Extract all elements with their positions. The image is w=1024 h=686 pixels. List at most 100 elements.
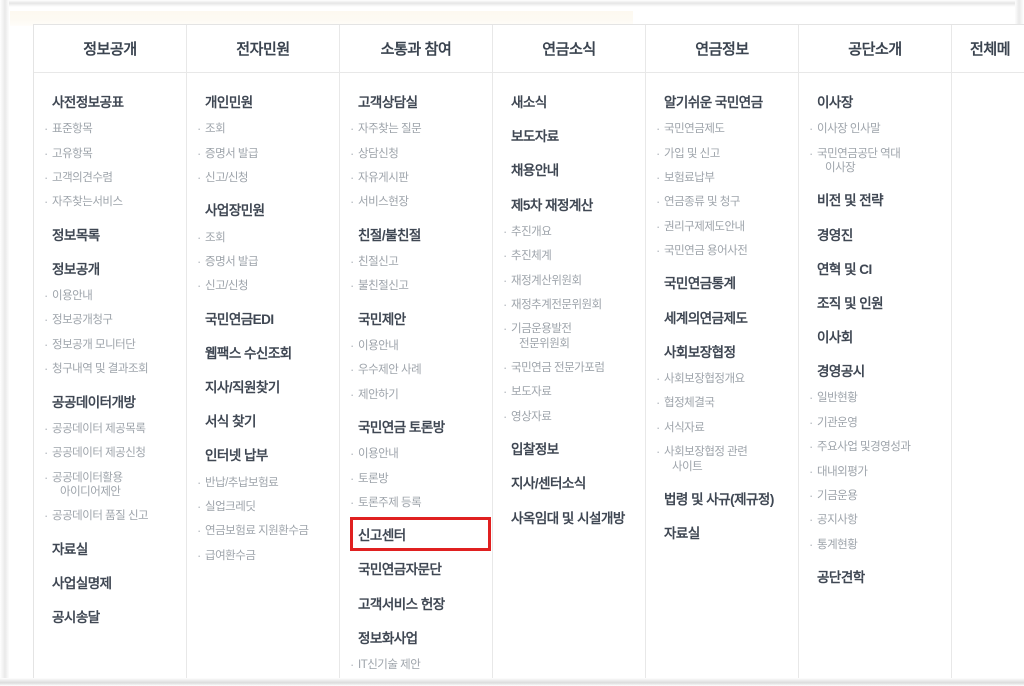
- menu-sub-item[interactable]: 증명서 발급: [187, 146, 339, 163]
- menu-group-title[interactable]: 인터넷 납부: [187, 448, 339, 464]
- menu-sub-item[interactable]: 사회보장협정개요: [646, 371, 798, 388]
- menu-group-title[interactable]: 자료실: [34, 542, 186, 558]
- menu-sub-item[interactable]: 증명서 발급: [187, 254, 339, 271]
- menu-sub-item[interactable]: 연금보험료 지원환수금: [187, 523, 339, 540]
- menu-sub-item[interactable]: 공공데이터 품질 신고: [34, 508, 186, 525]
- menu-column-header[interactable]: 전자민원: [187, 25, 339, 73]
- menu-group-title[interactable]: 공시송달: [34, 610, 186, 626]
- menu-group-title[interactable]: 법령 및 사규(제규정): [646, 492, 798, 508]
- menu-group-title[interactable]: 공공데이터개방: [34, 395, 186, 411]
- menu-group-title[interactable]: 사업실명제: [34, 576, 186, 592]
- menu-sub-item[interactable]: 친절신고: [340, 254, 492, 271]
- menu-group-title[interactable]: 정보화사업: [340, 631, 492, 647]
- menu-group-title[interactable]: 비전 및 전략: [799, 193, 951, 209]
- menu-sub-item[interactable]: 재정계산위원회: [493, 272, 645, 289]
- menu-sub-item[interactable]: 재정추계전문위원회: [493, 297, 645, 314]
- menu-group-title[interactable]: 입찰정보: [493, 442, 645, 458]
- menu-group-title[interactable]: 국민제안: [340, 312, 492, 328]
- menu-sub-item[interactable]: 기관운영: [799, 415, 951, 432]
- menu-group-title[interactable]: 지사/직원찾기: [187, 380, 339, 396]
- menu-column-header[interactable]: 전체메: [952, 25, 1024, 73]
- menu-group-title[interactable]: 경영공시: [799, 364, 951, 380]
- menu-sub-item[interactable]: 가입 및 신고: [646, 146, 798, 163]
- menu-group-title[interactable]: 국민연금EDI: [187, 312, 339, 328]
- menu-sub-item[interactable]: 실업크레딧: [187, 499, 339, 516]
- menu-sub-item[interactable]: 국민연금공단 역대이사장: [799, 146, 951, 176]
- menu-group-title[interactable]: 친절/불친절: [340, 228, 492, 244]
- menu-sub-item[interactable]: 국민연금 용어사전: [646, 243, 798, 260]
- menu-group-title[interactable]: 웹팩스 수신조회: [187, 346, 339, 362]
- menu-group-title[interactable]: 제5차 재정계산: [493, 198, 645, 214]
- menu-sub-item[interactable]: 조회: [187, 229, 339, 246]
- menu-group-title[interactable]: 정보공개: [34, 262, 186, 278]
- menu-sub-item[interactable]: 서식자료: [646, 420, 798, 437]
- menu-sub-item[interactable]: 불친절신고: [340, 278, 492, 295]
- menu-column-header[interactable]: 연금정보: [646, 25, 798, 73]
- menu-sub-item[interactable]: 고유항목: [34, 146, 186, 163]
- menu-column-header[interactable]: 연금소식: [493, 25, 645, 73]
- menu-sub-item[interactable]: 이용안내: [340, 446, 492, 463]
- menu-group-title[interactable]: 자료실: [646, 526, 798, 542]
- menu-sub-item[interactable]: 신고/신청: [187, 278, 339, 295]
- menu-group-title[interactable]: 연혁 및 CI: [799, 262, 951, 278]
- menu-sub-item[interactable]: 공공데이터 제공목록: [34, 421, 186, 438]
- menu-sub-item[interactable]: 국민연금제도: [646, 121, 798, 138]
- menu-group-title[interactable]: 새소식: [493, 95, 645, 111]
- menu-sub-item[interactable]: 토론주제 등록: [340, 495, 492, 512]
- menu-sub-item[interactable]: 상담신청: [340, 146, 492, 163]
- menu-sub-item[interactable]: 자주찾는 질문: [340, 121, 492, 138]
- menu-group-title[interactable]: 국민연금통계: [646, 276, 798, 292]
- menu-group-title[interactable]: 고객서비스 헌장: [340, 597, 492, 613]
- menu-sub-item[interactable]: 일반현황: [799, 390, 951, 407]
- menu-sub-item[interactable]: 이사장 인사말: [799, 121, 951, 138]
- menu-group-title[interactable]: 이사회: [799, 330, 951, 346]
- menu-sub-item[interactable]: 기금운용: [799, 488, 951, 505]
- menu-sub-item[interactable]: IT신기술 제안: [340, 657, 492, 674]
- menu-sub-item[interactable]: 추진개요: [493, 224, 645, 241]
- menu-sub-item[interactable]: 통계현황: [799, 537, 951, 554]
- menu-sub-item[interactable]: 협정체결국: [646, 395, 798, 412]
- menu-sub-item[interactable]: 표준항목: [34, 121, 186, 138]
- menu-sub-item[interactable]: 반납/추납보험료: [187, 475, 339, 492]
- menu-sub-item[interactable]: 기금운용발전전문위원회: [493, 321, 645, 351]
- menu-sub-item[interactable]: 정보공개 모니터단: [34, 337, 186, 354]
- menu-group-title[interactable]: 채용안내: [493, 163, 645, 179]
- menu-group-title[interactable]: 경영진: [799, 228, 951, 244]
- menu-group-title[interactable]: 사회보장협정: [646, 345, 798, 361]
- menu-sub-item[interactable]: 이용안내: [34, 288, 186, 305]
- menu-group-title[interactable]: 사전정보공표: [34, 95, 186, 111]
- menu-group-title[interactable]: 보도자료: [493, 129, 645, 145]
- menu-sub-item[interactable]: 급여환수금: [187, 548, 339, 565]
- menu-sub-item[interactable]: 청구내역 및 결과조회: [34, 361, 186, 378]
- menu-group-title[interactable]: 정보목록: [34, 228, 186, 244]
- menu-sub-item[interactable]: 공공데이터 제공신청: [34, 445, 186, 462]
- menu-group-title[interactable]: 알기쉬운 국민연금: [646, 95, 798, 111]
- menu-sub-item[interactable]: 고객의견수렴: [34, 170, 186, 187]
- menu-sub-item[interactable]: 보험료납부: [646, 170, 798, 187]
- menu-sub-item[interactable]: 공지사항: [799, 512, 951, 529]
- menu-sub-item[interactable]: 국민연금 전문가포럼: [493, 360, 645, 377]
- menu-sub-item[interactable]: 서비스현장: [340, 194, 492, 211]
- menu-sub-item[interactable]: 자유게시판: [340, 170, 492, 187]
- menu-column-header[interactable]: 공단소개: [799, 25, 951, 73]
- menu-sub-item[interactable]: 연금종류 및 청구: [646, 194, 798, 211]
- menu-sub-item[interactable]: 주요사업 및경영성과: [799, 439, 951, 456]
- menu-sub-item[interactable]: 보도자료: [493, 384, 645, 401]
- menu-group-title[interactable]: 공단견학: [799, 570, 951, 586]
- menu-sub-item[interactable]: 신고/신청: [187, 170, 339, 187]
- menu-group-title[interactable]: 조직 및 인원: [799, 296, 951, 312]
- menu-group-title[interactable]: 지사/센터소식: [493, 476, 645, 492]
- menu-sub-item[interactable]: 권리구제제도안내: [646, 219, 798, 236]
- menu-sub-item[interactable]: 사회보장협정 관련사이트: [646, 444, 798, 474]
- menu-column-header[interactable]: 정보공개: [34, 25, 186, 73]
- menu-group-title[interactable]: 이사장: [799, 95, 951, 111]
- menu-sub-item[interactable]: 영상자료: [493, 409, 645, 426]
- menu-column-header[interactable]: 소통과 참여: [340, 25, 492, 73]
- menu-sub-item[interactable]: 토론방: [340, 470, 492, 487]
- menu-group-title[interactable]: 국민연금자문단: [340, 562, 492, 578]
- menu-sub-item[interactable]: 우수제안 사례: [340, 362, 492, 379]
- menu-group-title[interactable]: 서식 찾기: [187, 414, 339, 430]
- menu-sub-item[interactable]: 공공데이터활용아이디어제안: [34, 470, 186, 500]
- menu-sub-item[interactable]: 이용안내: [340, 338, 492, 355]
- menu-group-title[interactable]: 세계의연금제도: [646, 311, 798, 327]
